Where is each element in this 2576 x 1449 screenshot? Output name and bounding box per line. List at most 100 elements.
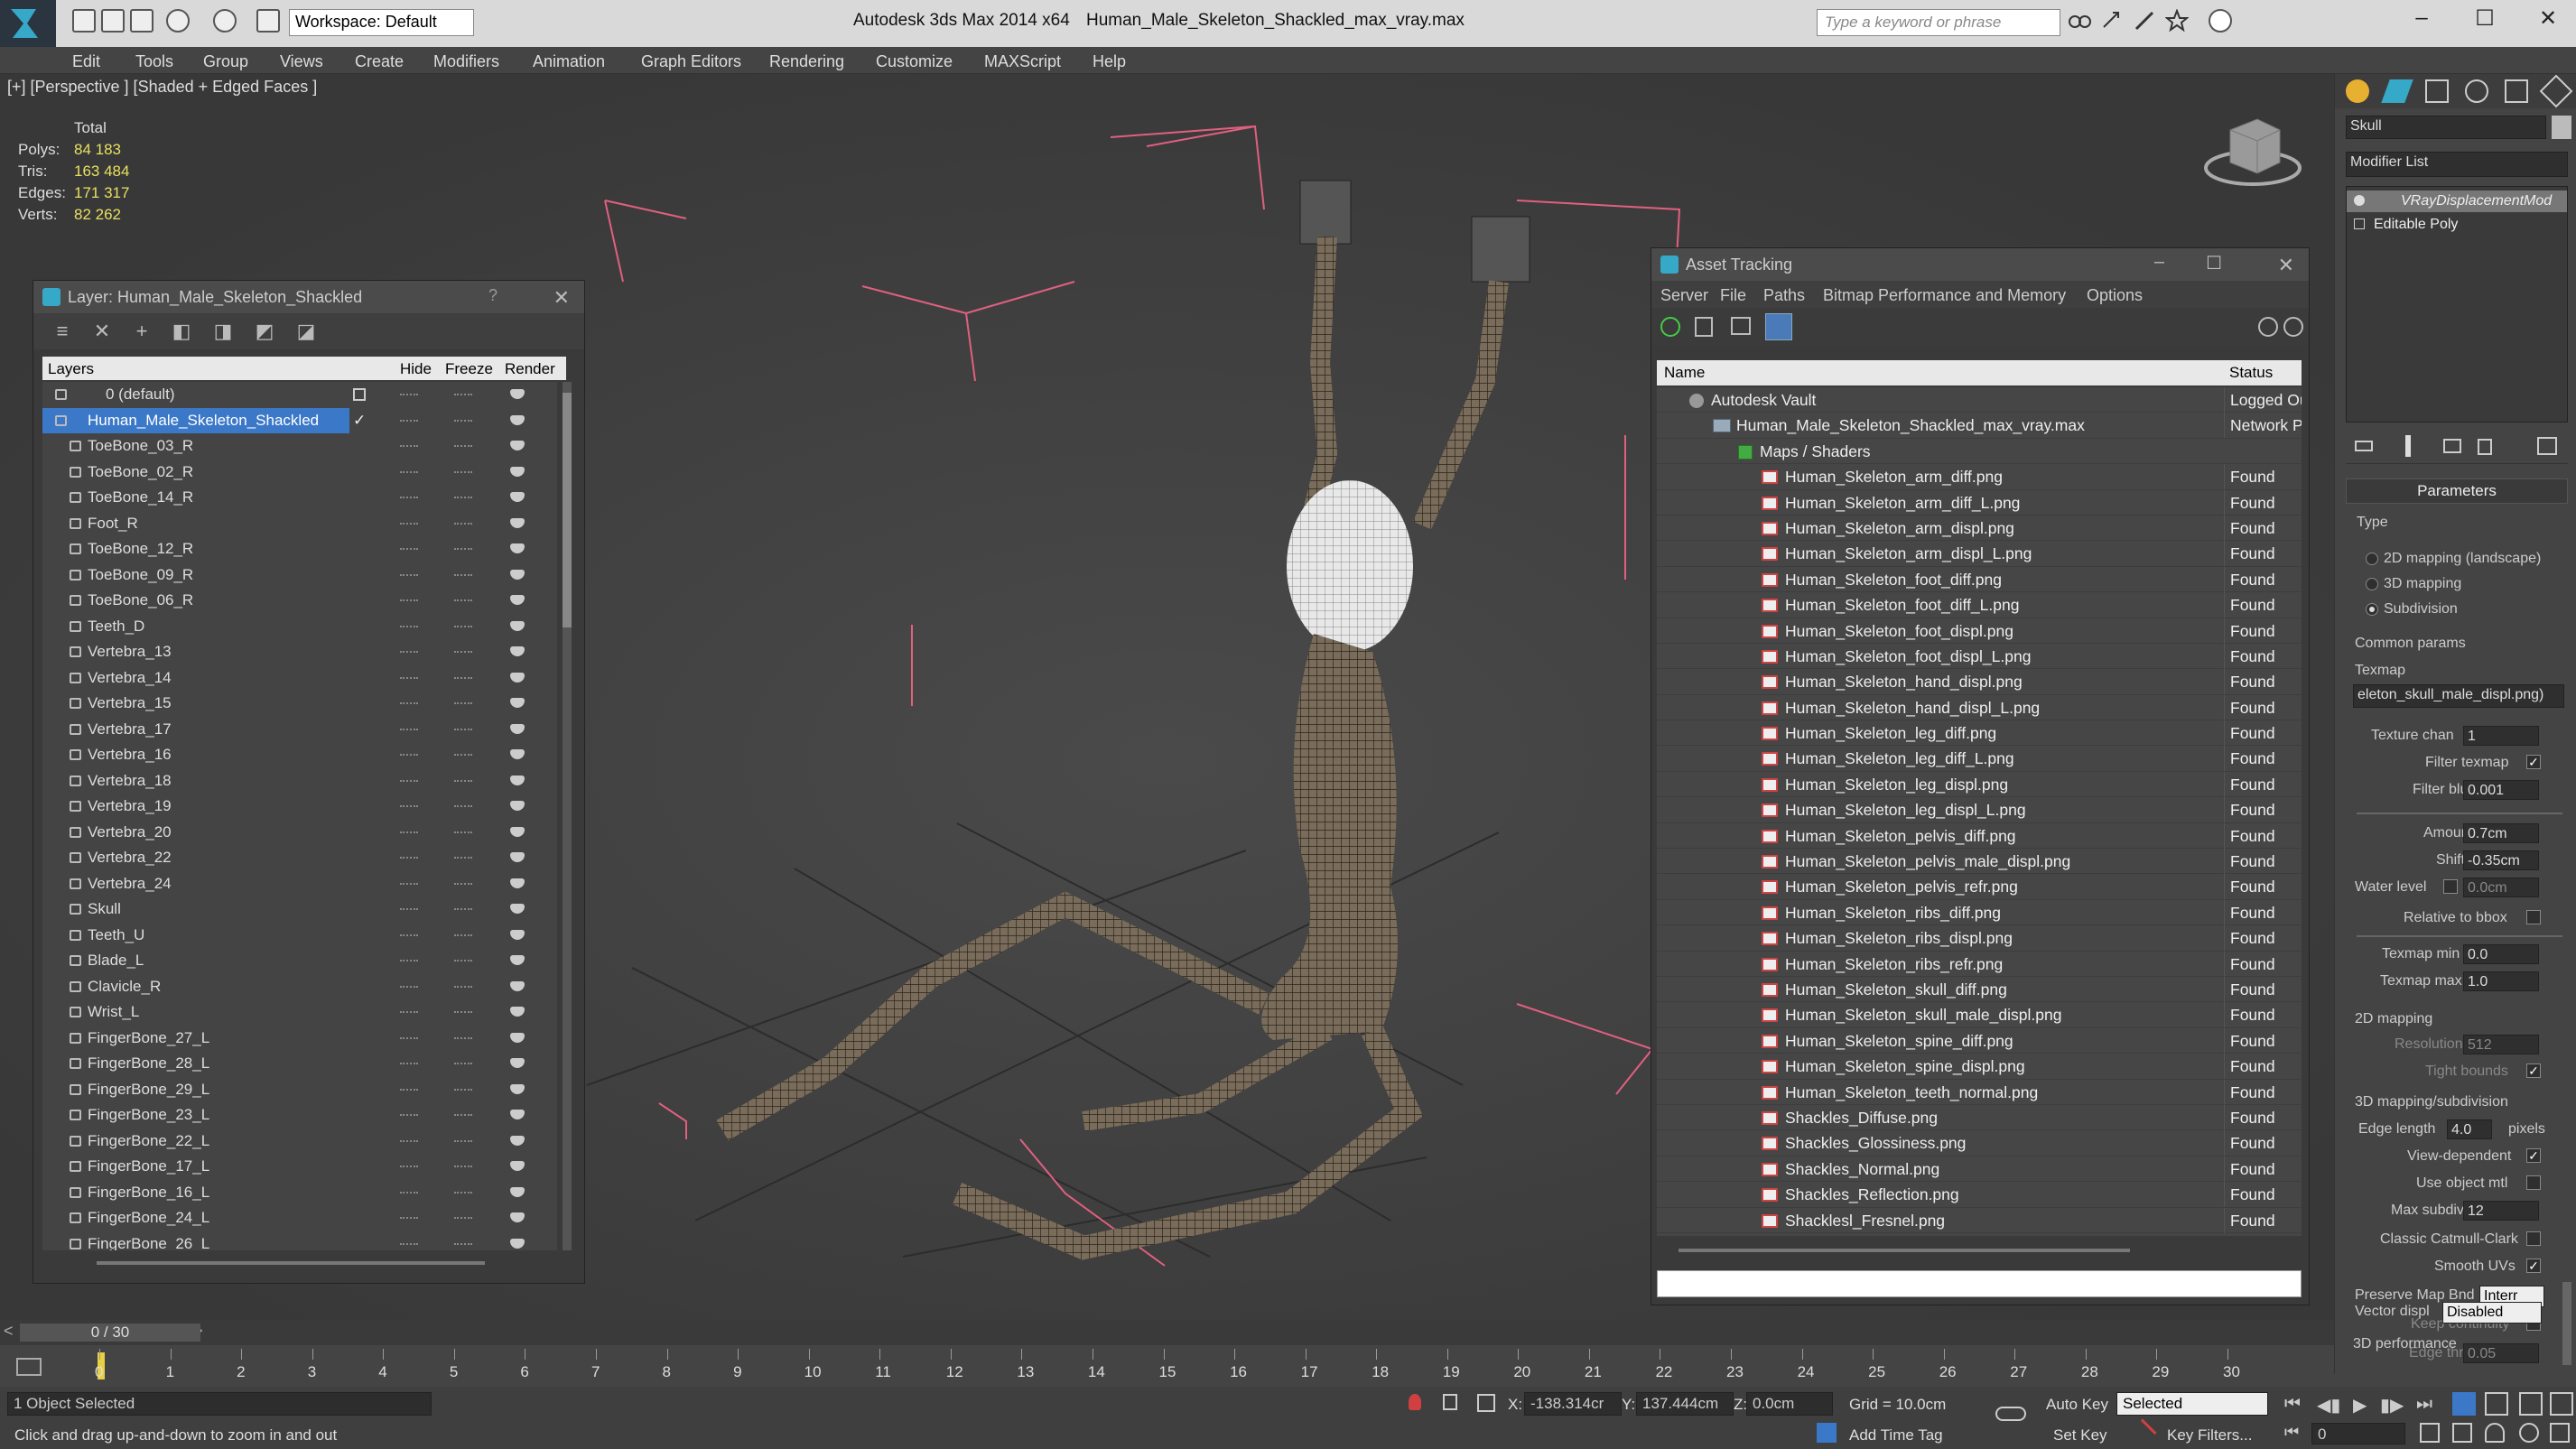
key-mode-icon[interactable]: ⏮ bbox=[2284, 1423, 2299, 1442]
freeze-toggle[interactable] bbox=[454, 497, 472, 498]
header-freeze[interactable]: Freeze bbox=[445, 360, 493, 378]
header-status[interactable]: Status bbox=[2229, 364, 2273, 382]
layer-scroll-thumb[interactable] bbox=[563, 393, 572, 627]
pan-view-icon[interactable] bbox=[2485, 1423, 2505, 1443]
asset-row-map[interactable]: Human_Skeleton_spine_diff.png Found bbox=[1657, 1027, 2302, 1054]
render-teapot-icon[interactable] bbox=[510, 1186, 525, 1197]
expand-icon[interactable] bbox=[2354, 218, 2365, 229]
hide-toggle[interactable] bbox=[400, 933, 418, 936]
resolution-spinner[interactable]: 512 bbox=[2463, 1035, 2539, 1054]
render-teapot-icon[interactable] bbox=[510, 1212, 525, 1222]
set-key-button[interactable]: Set Key bbox=[2053, 1426, 2107, 1444]
layer-object-row[interactable]: Teeth_U bbox=[42, 923, 557, 949]
stack-item-editable-poly[interactable]: Editable Poly bbox=[2347, 214, 2567, 236]
layer-object-row[interactable]: FingerBone_24_L bbox=[42, 1205, 557, 1231]
water-level-checkbox[interactable] bbox=[2443, 879, 2458, 894]
maximize-button[interactable]: ☐ bbox=[2458, 5, 2512, 32]
select-layer-objects-icon[interactable]: ◧ bbox=[171, 320, 192, 342]
hide-toggle[interactable] bbox=[400, 1139, 418, 1142]
filter-blur-spinner[interactable]: 0.001 bbox=[2463, 780, 2539, 800]
freeze-toggle[interactable] bbox=[454, 1063, 472, 1064]
menu-help[interactable]: Help bbox=[1093, 52, 1126, 71]
layer-scrollbar[interactable] bbox=[563, 382, 572, 1250]
asset-row-map[interactable]: Human_Skeleton_arm_diff.png Found bbox=[1657, 464, 2302, 490]
asset-row-map[interactable]: Human_Skeleton_ribs_diff.png Found bbox=[1657, 899, 2302, 926]
hide-toggle[interactable] bbox=[400, 882, 418, 885]
render-teapot-icon[interactable] bbox=[510, 569, 525, 580]
current-frame-field[interactable]: 0 bbox=[2311, 1423, 2405, 1444]
menu-modifiers[interactable]: Modifiers bbox=[433, 52, 499, 71]
texture-chan-spinner[interactable]: 1 bbox=[2463, 726, 2539, 746]
highlight-layer-icon[interactable]: ◨ bbox=[212, 320, 234, 342]
hierarchy-tab-icon[interactable] bbox=[2425, 79, 2449, 103]
layer-object-row[interactable]: FingerBone_26_L bbox=[42, 1231, 557, 1250]
freeze-toggle[interactable] bbox=[454, 573, 472, 576]
layer-object-row[interactable]: Wrist_L bbox=[42, 999, 557, 1026]
layer-object-row[interactable]: Vertebra_18 bbox=[42, 768, 557, 794]
field-of-view-icon[interactable] bbox=[2452, 1423, 2472, 1443]
layer-object-row[interactable]: Clavicle_R bbox=[42, 974, 557, 1000]
asset-row-map[interactable]: Human_Skeleton_pelvis_diff.png Found bbox=[1657, 822, 2302, 850]
view-dependent-checkbox[interactable]: ✓ bbox=[2526, 1148, 2541, 1163]
radio-2d-mapping[interactable] bbox=[2366, 553, 2378, 565]
layer-window-titlebar[interactable]: Layer: Human_Male_Skeleton_Shackled ? ✕ bbox=[33, 281, 584, 313]
freeze-toggle[interactable] bbox=[454, 779, 472, 782]
asset-row-map[interactable]: Human_Skeleton_ribs_displ.png Found bbox=[1657, 925, 2302, 952]
layer-help-button[interactable]: ? bbox=[488, 286, 498, 305]
amount-spinner[interactable]: 0.7cm bbox=[2463, 823, 2539, 843]
asset-minimize-button[interactable]: – bbox=[2154, 252, 2164, 273]
hide-toggle[interactable] bbox=[400, 805, 418, 807]
time-config-icon[interactable] bbox=[2420, 1423, 2440, 1443]
water-level-spinner[interactable]: 0.0cm bbox=[2463, 878, 2539, 897]
help-icon[interactable] bbox=[2209, 9, 2232, 33]
asset-row-max-file[interactable]: Human_Male_Skeleton_Shackled_max_vray.ma… bbox=[1657, 413, 2302, 439]
undo-icon[interactable] bbox=[166, 9, 190, 33]
max-subdivs-spinner[interactable]: 12 bbox=[2463, 1201, 2539, 1221]
delete-layer-icon[interactable]: ✕ bbox=[91, 320, 113, 342]
parameters-rollout-header[interactable]: Parameters bbox=[2346, 478, 2568, 504]
isolate-selection-icon[interactable] bbox=[1409, 1394, 1421, 1410]
workspace-dropdown[interactable]: Workspace: Default bbox=[289, 9, 474, 36]
modifier-list-dropdown[interactable]: Modifier List bbox=[2346, 152, 2568, 177]
asset-maximize-button[interactable]: ☐ bbox=[2206, 252, 2222, 274]
asset-row-vault[interactable]: Autodesk Vault Logged Out bbox=[1657, 387, 2302, 413]
curve-editor-icon[interactable] bbox=[16, 1358, 42, 1376]
search-input[interactable]: Type a keyword or phrase bbox=[1817, 9, 2060, 36]
asset-menu-paths[interactable]: Paths bbox=[1763, 286, 1805, 305]
layer-object-row[interactable]: Skull bbox=[42, 896, 557, 923]
hide-toggle[interactable] bbox=[400, 779, 418, 782]
hide-toggle[interactable] bbox=[400, 497, 418, 498]
table-view-icon[interactable] bbox=[1765, 313, 1792, 340]
stack-item-vraydisplacement[interactable]: VRayDisplacementMod bbox=[2347, 190, 2567, 212]
freeze-toggle[interactable] bbox=[454, 522, 472, 525]
hide-toggle[interactable] bbox=[400, 1088, 418, 1091]
asset-row-map[interactable]: Human_Skeleton_pelvis_refr.png Found bbox=[1657, 874, 2302, 900]
smooth-uvs-checkbox[interactable]: ✓ bbox=[2526, 1259, 2541, 1273]
render-teapot-icon[interactable] bbox=[510, 672, 525, 683]
current-layer-checkbox[interactable] bbox=[353, 388, 366, 401]
hide-toggle[interactable] bbox=[400, 651, 418, 653]
layer-object-row[interactable]: FingerBone_22_L bbox=[42, 1129, 557, 1155]
filter-texmap-checkbox[interactable]: ✓ bbox=[2526, 755, 2541, 769]
layer-object-row[interactable]: ToeBone_14_R bbox=[42, 485, 557, 511]
render-teapot-icon[interactable] bbox=[510, 595, 525, 605]
render-teapot-icon[interactable] bbox=[510, 980, 525, 991]
motion-tab-icon[interactable] bbox=[2465, 79, 2488, 103]
go-to-end-icon[interactable]: ⏭ bbox=[2416, 1394, 2432, 1415]
asset-row-maps-group[interactable]: Maps / Shaders bbox=[1657, 439, 2302, 465]
layer-object-row[interactable]: FingerBone_23_L bbox=[42, 1102, 557, 1129]
layer-row-active[interactable]: Human_Male_Skeleton_Shackled ✓ bbox=[42, 407, 557, 434]
render-teapot-icon[interactable] bbox=[510, 543, 525, 553]
play-icon[interactable]: ▶ bbox=[2353, 1394, 2367, 1416]
absolute-mode-icon[interactable] bbox=[1477, 1394, 1495, 1412]
hide-toggle[interactable] bbox=[400, 908, 418, 910]
layer-object-row[interactable]: Vertebra_24 bbox=[42, 871, 557, 897]
render-teapot-icon[interactable] bbox=[510, 698, 525, 708]
hide-toggle[interactable] bbox=[400, 831, 418, 833]
menu-customize[interactable]: Customize bbox=[876, 52, 953, 71]
layer-row-default[interactable]: 0 (default) bbox=[42, 382, 557, 408]
hide-toggle[interactable] bbox=[400, 1063, 418, 1064]
freeze-toggle[interactable] bbox=[454, 1114, 472, 1116]
binoculars-icon[interactable] bbox=[2068, 9, 2091, 33]
menu-views[interactable]: Views bbox=[280, 52, 323, 71]
